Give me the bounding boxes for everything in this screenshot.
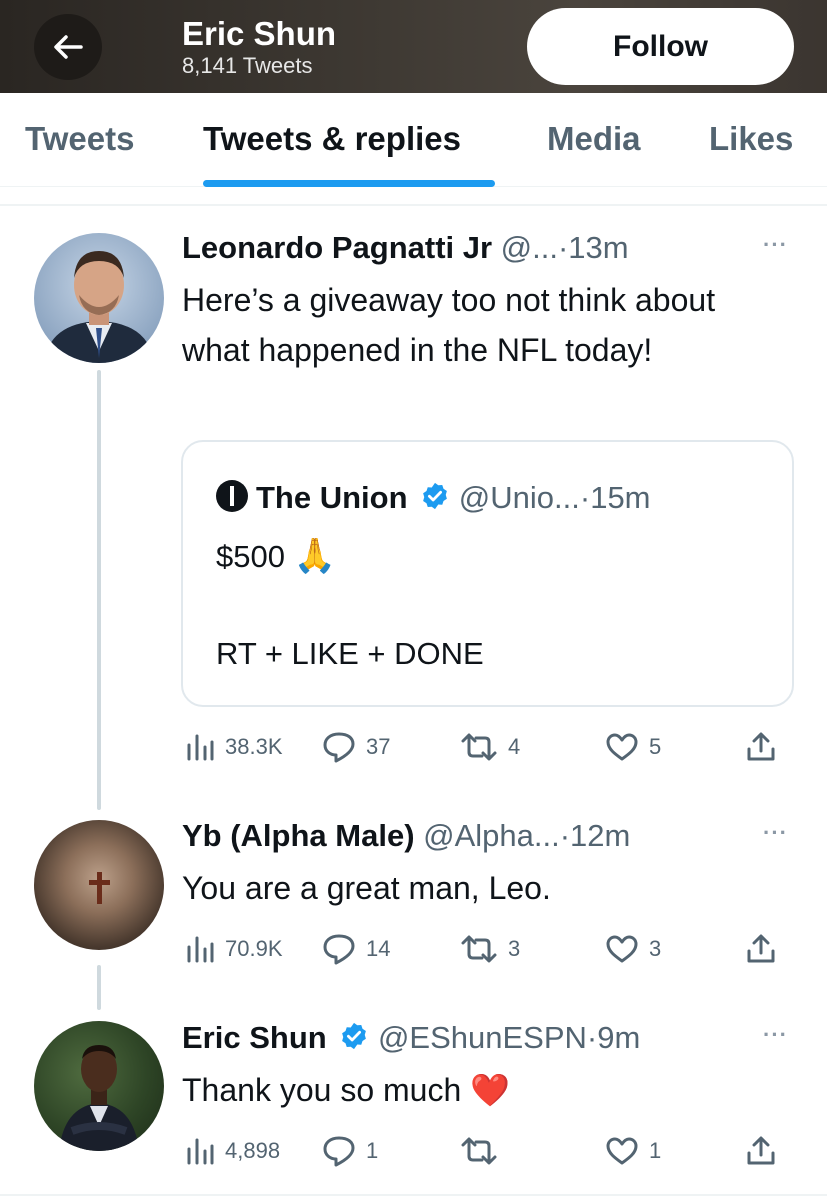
profile-header: Eric Shun 8,141 Tweets Follow xyxy=(0,0,827,93)
tweet-time[interactable]: ·9m xyxy=(587,1020,640,1055)
like-button[interactable]: 5 xyxy=(605,727,661,767)
retweet-count: 4 xyxy=(508,734,521,759)
like-count: 5 xyxy=(649,734,662,759)
views-count: 38.3K xyxy=(225,734,283,759)
views-icon xyxy=(187,1138,214,1165)
like-button[interactable]: 1 xyxy=(605,1131,661,1171)
thread-line xyxy=(97,965,101,1010)
tweet-header: Eric Shun @EShunESPN·9m xyxy=(182,1018,640,1058)
views-icon xyxy=(187,936,214,963)
views-button[interactable]: 38.3K xyxy=(185,727,283,767)
reply-button[interactable]: 14 xyxy=(322,929,390,969)
share-button[interactable] xyxy=(745,929,777,969)
more-options-icon[interactable]: ··· xyxy=(763,232,788,258)
tab-tweets-and-replies[interactable]: Tweets & replies xyxy=(203,119,461,159)
tweet-text: Here’s a giveaway too not think about wh… xyxy=(182,282,716,368)
tab-media[interactable]: Media xyxy=(547,119,641,159)
tweet-text-content: Thank you so much xyxy=(182,1072,462,1108)
reply-count: 1 xyxy=(366,1138,379,1163)
avatar[interactable] xyxy=(34,1021,164,1151)
quote-author-handle: @Unio... xyxy=(458,480,580,515)
quote-text-line1: $500 🙏 xyxy=(216,536,336,577)
more-options-icon[interactable]: ··· xyxy=(763,820,788,846)
share-icon xyxy=(747,934,775,963)
retweet-icon xyxy=(461,733,497,761)
quote-author-name: The Union xyxy=(256,480,408,515)
heart-icon xyxy=(606,733,638,761)
verified-badge-icon xyxy=(423,482,448,510)
tweet-actions: 4,898 1 1 xyxy=(182,1131,782,1171)
author-name[interactable]: Yb (Alpha Male) xyxy=(182,818,415,853)
arrow-left-icon xyxy=(54,35,83,59)
tab-likes[interactable]: Likes xyxy=(709,119,793,159)
tweet-text: Thank you so much ❤️ xyxy=(182,1065,782,1115)
quote-header: The Union @Unio...·15m xyxy=(216,478,651,518)
views-button[interactable]: 4,898 xyxy=(185,1131,280,1171)
verified-badge-icon xyxy=(342,1022,367,1050)
heart-icon xyxy=(606,935,638,963)
retweet-icon xyxy=(461,1137,497,1165)
thread-line xyxy=(97,370,101,810)
views-count: 4,898 xyxy=(225,1138,281,1163)
profile-tabs: Tweets Tweets & replies Media Likes xyxy=(0,93,827,187)
retweet-icon xyxy=(461,935,497,963)
quote-text-line2: RT + LIKE + DONE xyxy=(216,636,484,671)
reply-count: 14 xyxy=(366,936,391,961)
share-icon xyxy=(747,1136,775,1165)
union-logo-icon xyxy=(216,480,248,512)
red-heart-icon: ❤️ xyxy=(470,1072,510,1108)
retweet-button[interactable]: 3 xyxy=(460,929,520,969)
reply-icon xyxy=(323,934,355,965)
author-handle[interactable]: @Alpha... xyxy=(423,818,560,853)
tweet-count: 8,141 Tweets xyxy=(182,53,313,78)
back-button[interactable] xyxy=(34,14,102,80)
tweet-time[interactable]: ·12m xyxy=(560,818,631,853)
tab-tweets[interactable]: Tweets xyxy=(25,119,134,159)
person-photo xyxy=(59,1045,139,1151)
divider xyxy=(0,204,827,206)
like-count: 3 xyxy=(649,936,662,961)
tweet-time[interactable]: ·13m xyxy=(558,230,629,265)
like-button[interactable]: 3 xyxy=(605,929,661,969)
heart-icon xyxy=(606,1137,638,1165)
retweet-count: 3 xyxy=(508,936,521,961)
tweet-text: You are a great man, Leo. xyxy=(182,870,551,906)
author-handle[interactable]: @EShunESPN xyxy=(378,1020,587,1055)
share-button[interactable] xyxy=(745,1131,777,1171)
tweet-actions: 70.9K 14 3 3 xyxy=(182,929,782,969)
active-tab-indicator xyxy=(203,180,495,187)
retweet-button[interactable]: 4 xyxy=(460,727,520,767)
views-count: 70.9K xyxy=(225,936,283,961)
like-count: 1 xyxy=(649,1138,662,1163)
reply-button[interactable]: 37 xyxy=(322,727,390,767)
share-button[interactable] xyxy=(745,727,777,767)
cross-icon xyxy=(89,872,110,904)
quoted-tweet[interactable]: The Union @Unio...·15m $500 🙏 RT + LIKE … xyxy=(181,440,794,707)
views-icon xyxy=(187,734,214,761)
tweet-header: Yb (Alpha Male) @Alpha...·12m xyxy=(182,816,630,856)
reply-button[interactable]: 1 xyxy=(322,1131,378,1171)
reply-icon xyxy=(323,1136,355,1167)
share-icon xyxy=(747,732,775,761)
person-photo xyxy=(44,251,154,363)
author-name[interactable]: Leonardo Pagnatti Jr xyxy=(182,230,492,265)
avatar[interactable] xyxy=(34,233,164,363)
divider xyxy=(0,1194,827,1196)
tweet-actions: 38.3K 37 4 5 xyxy=(182,727,782,767)
quote-amount: $500 xyxy=(216,539,285,574)
follow-button[interactable]: Follow xyxy=(527,8,794,85)
author-name[interactable]: Eric Shun xyxy=(182,1020,327,1055)
reply-count: 37 xyxy=(366,734,391,759)
reply-icon xyxy=(323,732,355,763)
author-handle[interactable]: @... xyxy=(501,230,558,265)
avatar[interactable] xyxy=(34,820,164,950)
retweet-button[interactable] xyxy=(460,1131,508,1171)
more-options-icon[interactable]: ··· xyxy=(763,1022,788,1048)
quote-time: ·15m xyxy=(579,480,651,515)
tweet-header: Leonardo Pagnatti Jr @...·13m xyxy=(182,228,629,268)
praying-hands-icon: 🙏 xyxy=(293,537,336,575)
views-button[interactable]: 70.9K xyxy=(185,929,283,969)
profile-name: Eric Shun xyxy=(182,15,337,52)
